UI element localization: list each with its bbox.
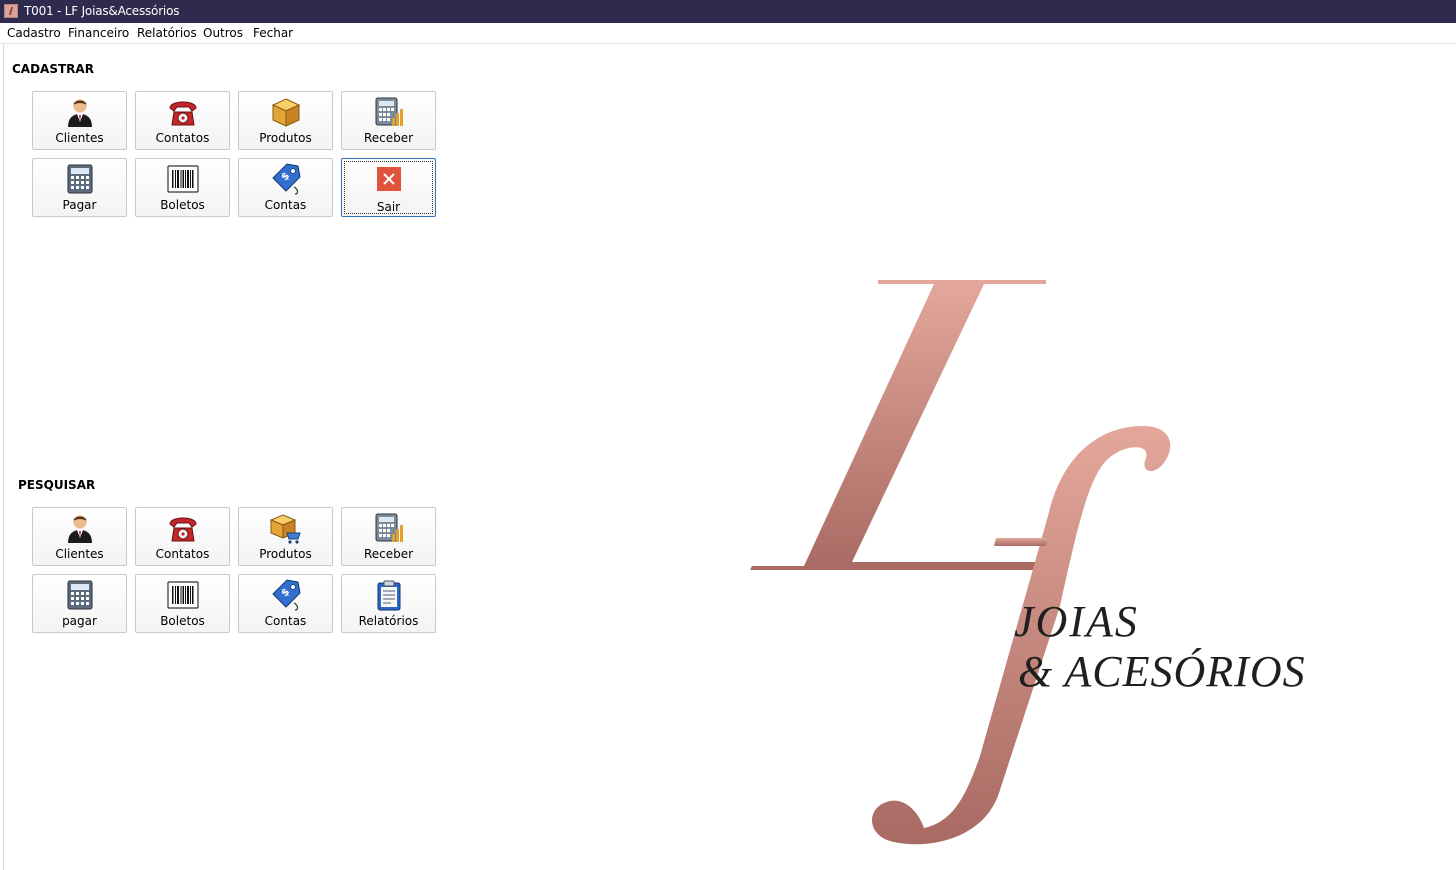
calculator-icon	[64, 579, 96, 611]
logo-line2: & ACESÓRIOS	[1018, 647, 1306, 696]
button-label: pagar	[62, 614, 97, 628]
pesquisar-contas-button[interactable]: Contas	[238, 574, 333, 633]
clipboard-icon	[373, 579, 405, 611]
price-tag-icon	[270, 163, 302, 195]
pesquisar-produtos-button[interactable]: Produtos	[238, 507, 333, 566]
calculator-chart-icon	[373, 512, 405, 544]
cadastrar-produtos-button[interactable]: Produtos	[238, 91, 333, 150]
cadastrar-clientes-button[interactable]: Clientes	[32, 91, 127, 150]
menu-fechar[interactable]: Fechar	[253, 26, 293, 40]
menu-cadastro[interactable]: Cadastro	[7, 26, 61, 40]
barcode-icon	[167, 163, 199, 195]
button-label: Contatos	[155, 547, 210, 561]
button-label: Produtos	[259, 131, 312, 145]
barcode-icon	[167, 579, 199, 611]
pesquisar-boletos-button[interactable]: Boletos	[135, 574, 230, 633]
cadastrar-contas-button[interactable]: Contas	[238, 158, 333, 217]
menu-outros[interactable]: Outros	[203, 26, 243, 40]
cadastrar-section-title: CADASTRAR	[12, 62, 94, 76]
sair-button[interactable]: Sair	[341, 158, 436, 217]
box-cart-icon	[270, 512, 302, 544]
window-title: T001 - LF Joias&Acessórios	[24, 4, 180, 18]
brand-logo: JOIAS & ACESÓRIOS	[750, 280, 1306, 845]
button-label: Pagar	[62, 198, 97, 212]
pesquisar-relatorios-button[interactable]: Relatórios	[341, 574, 436, 633]
calculator-chart-icon	[373, 96, 405, 128]
price-tag-icon	[270, 579, 302, 611]
button-label: Receber	[363, 131, 414, 145]
button-label: Relatórios	[358, 614, 419, 628]
cadastrar-contatos-button[interactable]: Contatos	[135, 91, 230, 150]
menu-bar: Cadastro Financeiro Relatórios Outros Fe…	[0, 23, 1456, 44]
pesquisar-pagar-button[interactable]: pagar	[32, 574, 127, 633]
cadastrar-pagar-button[interactable]: Pagar	[32, 158, 127, 217]
pesquisar-clientes-button[interactable]: Clientes	[32, 507, 127, 566]
pesquisar-receber-button[interactable]: Receber	[341, 507, 436, 566]
telephone-icon	[167, 512, 199, 544]
calculator-icon	[64, 163, 96, 195]
window-titlebar[interactable]: T001 - LF Joias&Acessórios	[0, 0, 1456, 23]
logo-line1: JOIAS	[1014, 597, 1139, 646]
logo-monogram	[750, 280, 1171, 845]
button-label: Clientes	[55, 547, 104, 561]
button-label: Receber	[363, 547, 414, 561]
close-icon	[373, 163, 405, 195]
person-icon	[64, 512, 96, 544]
app-icon[interactable]	[4, 4, 18, 18]
button-label: Contatos	[155, 131, 210, 145]
pesquisar-contatos-button[interactable]: Contatos	[135, 507, 230, 566]
pesquisar-section-title: PESQUISAR	[18, 478, 96, 492]
menu-relatorios[interactable]: Relatórios	[137, 26, 197, 40]
button-label: Contas	[264, 198, 307, 212]
cadastrar-boletos-button[interactable]: Boletos	[135, 158, 230, 217]
button-label: Clientes	[55, 131, 104, 145]
telephone-icon	[167, 96, 199, 128]
button-label: Contas	[264, 614, 307, 628]
button-label: Sair	[376, 200, 401, 214]
button-label: Produtos	[259, 547, 312, 561]
button-label: Boletos	[160, 198, 205, 212]
menu-financeiro[interactable]: Financeiro	[68, 26, 129, 40]
person-icon	[64, 96, 96, 128]
cadastrar-receber-button[interactable]: Receber	[341, 91, 436, 150]
box-icon	[270, 96, 302, 128]
button-label: Boletos	[160, 614, 205, 628]
